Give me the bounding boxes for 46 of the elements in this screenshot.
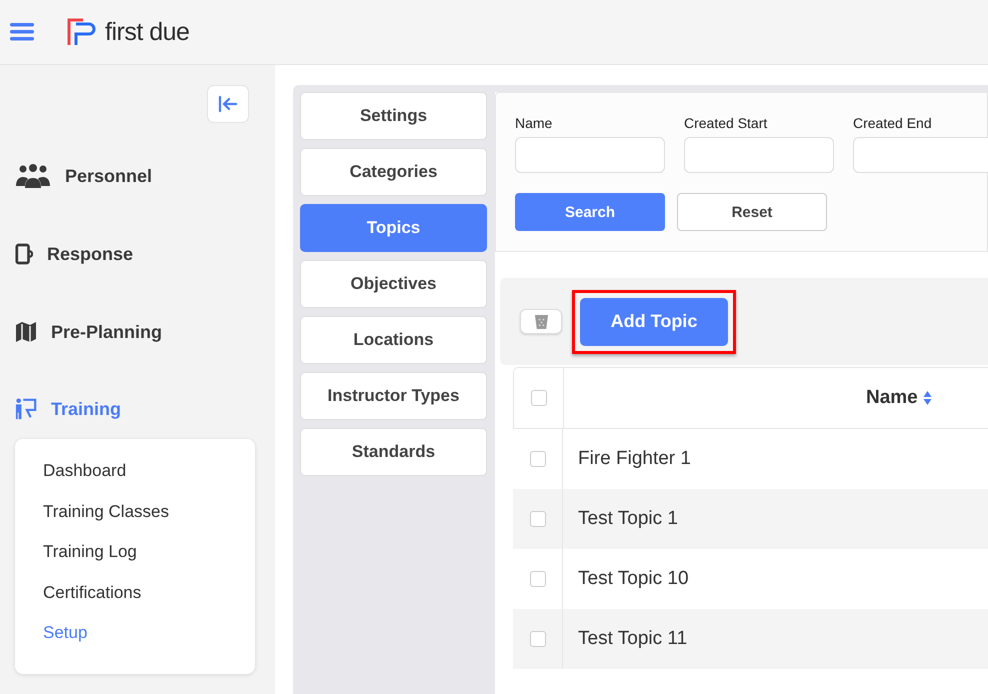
submenu-item[interactable]: Training Classes bbox=[43, 502, 255, 542]
brand-name: first due bbox=[105, 18, 190, 46]
submenu-item[interactable]: Setup bbox=[43, 623, 255, 664]
menu-icon[interactable] bbox=[10, 23, 34, 41]
add-topic-button[interactable]: Add Topic bbox=[580, 298, 728, 346]
reset-button[interactable]: Reset bbox=[677, 193, 827, 231]
input-field[interactable] bbox=[853, 137, 988, 173]
nav-item[interactable]: Pre-Planning bbox=[15, 293, 255, 371]
search-button[interactable]: Search bbox=[515, 193, 665, 231]
setup-tab[interactable]: Locations bbox=[300, 316, 487, 364]
checkbox[interactable] bbox=[530, 571, 546, 587]
field-label: Created End bbox=[853, 115, 933, 131]
nav-item[interactable]: Response bbox=[15, 215, 255, 293]
checkbox[interactable] bbox=[530, 631, 546, 647]
input-field[interactable] bbox=[515, 137, 665, 173]
table-cell: Fire Fighter 1 bbox=[578, 448, 691, 470]
setup-tab[interactable]: Settings bbox=[300, 92, 487, 140]
nav-item[interactable]: Personnel bbox=[15, 137, 255, 215]
setup-tab[interactable]: Standards bbox=[300, 428, 487, 476]
column-header[interactable]: Name bbox=[866, 387, 918, 409]
checkbox[interactable] bbox=[530, 451, 546, 467]
setup-tab[interactable]: Objectives bbox=[300, 260, 487, 308]
instructor-icon bbox=[15, 398, 37, 420]
field-label: Name bbox=[515, 115, 554, 131]
submenu-item[interactable]: Certifications bbox=[43, 582, 255, 623]
map-icon bbox=[15, 321, 37, 343]
table-cell: Test Topic 10 bbox=[578, 568, 689, 590]
collapse-icon bbox=[218, 95, 238, 113]
checkbox[interactable] bbox=[530, 511, 546, 527]
table-cell: Test Topic 11 bbox=[578, 628, 688, 650]
table-cell: Test Topic 1 bbox=[578, 508, 678, 530]
submenu-item[interactable]: Training Log bbox=[43, 542, 255, 582]
submenu-item[interactable]: Dashboard bbox=[43, 461, 255, 502]
input-field[interactable] bbox=[684, 137, 834, 173]
logo-icon bbox=[67, 17, 97, 47]
delete-button[interactable] bbox=[520, 309, 562, 334]
setup-tab[interactable]: Instructor Types bbox=[300, 372, 487, 420]
checkbox[interactable] bbox=[530, 390, 546, 406]
trash-icon bbox=[534, 313, 548, 330]
collapse-button[interactable] bbox=[207, 85, 249, 123]
setup-tab[interactable]: Topics bbox=[300, 204, 487, 252]
device-icon bbox=[15, 243, 33, 265]
people-icon bbox=[15, 164, 51, 188]
setup-tab[interactable]: Categories bbox=[300, 148, 487, 196]
field-label: Created Start bbox=[684, 115, 768, 131]
sort-icon[interactable] bbox=[922, 390, 933, 406]
